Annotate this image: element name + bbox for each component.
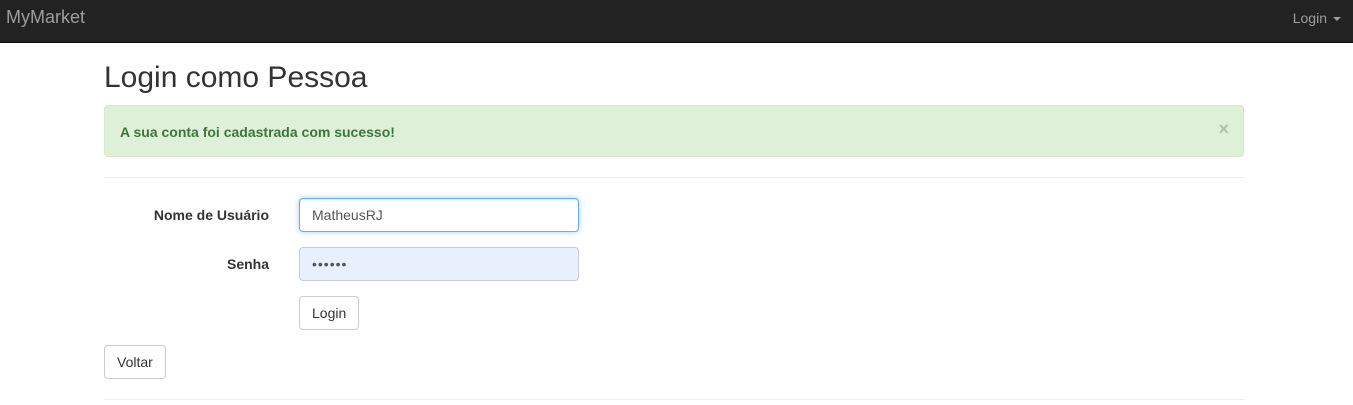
close-icon[interactable]: × xyxy=(1218,120,1229,138)
username-label: Nome de Usuário xyxy=(153,207,269,223)
success-alert: A sua conta foi cadastrada com sucesso! … xyxy=(104,105,1244,157)
divider xyxy=(104,399,1244,400)
page-title: Login como Pessoa xyxy=(104,61,368,94)
password-input[interactable] xyxy=(299,247,579,281)
login-dropdown-toggle[interactable]: Login xyxy=(1293,10,1341,26)
top-navbar: MyMarket Login xyxy=(0,0,1353,43)
alert-message: A sua conta foi cadastrada com sucesso! xyxy=(120,124,395,140)
back-button[interactable]: Voltar xyxy=(104,345,166,379)
login-dropdown-label: Login xyxy=(1292,10,1327,26)
brand-link[interactable]: MyMarket xyxy=(6,7,85,27)
username-input[interactable] xyxy=(299,198,579,232)
login-button[interactable]: Login xyxy=(299,296,360,330)
caret-down-icon xyxy=(1333,17,1341,21)
divider xyxy=(104,177,1244,178)
password-label: Senha xyxy=(226,256,269,272)
